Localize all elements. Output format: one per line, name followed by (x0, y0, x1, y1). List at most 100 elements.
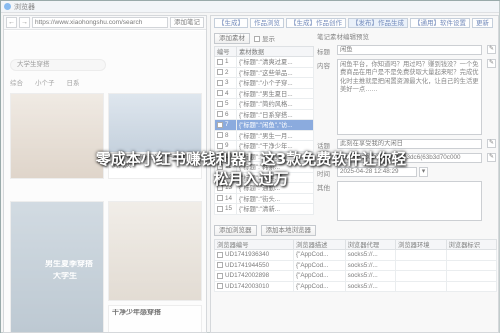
cell-env (395, 259, 447, 271)
filter-tabs: 综合 小个子 日系 (10, 77, 80, 87)
browser-nav-bar: ← → https://www.xiaohongshu.com/search 添… (4, 16, 206, 30)
filter-tab[interactable]: 综合 (10, 77, 23, 87)
cell-tag (445, 270, 498, 282)
table-row[interactable]: 4 {"标题":"男生夏日... (214, 87, 314, 99)
cell-desc: {"AppCod... (292, 270, 346, 282)
table-row[interactable]: UD1742002898 {"AppCod... socks5://... (214, 270, 498, 282)
show-toggle[interactable]: 显示 (254, 33, 275, 43)
title-label: 标题 (317, 49, 330, 56)
row-id-cell: 7 (214, 119, 237, 131)
title-field[interactable]: 闲鱼 (337, 45, 482, 55)
show-checkbox[interactable] (254, 36, 260, 43)
row-checkbox[interactable] (217, 205, 223, 212)
row-data: {"标题":"清新... (236, 203, 314, 215)
row-checkbox[interactable] (217, 272, 223, 279)
row-checkbox[interactable] (217, 262, 223, 269)
cell-desc: {"AppCod... (292, 259, 346, 271)
edit-icon[interactable]: ✎ (487, 139, 496, 148)
filter-tab[interactable]: 日系 (67, 77, 80, 87)
row-checkbox[interactable] (217, 100, 223, 107)
row-id: 3 (225, 79, 229, 87)
row-checkbox[interactable] (217, 195, 223, 202)
row-data: {"标题":"这些单品... (236, 66, 314, 78)
tab-settings[interactable]: 【通用】软件设置 (410, 18, 470, 28)
cell-tag (445, 249, 498, 261)
row-checkbox[interactable] (217, 79, 223, 86)
row-checkbox[interactable] (217, 69, 223, 76)
row-checkbox[interactable] (217, 58, 223, 65)
table-row[interactable]: UD1742003010 {"AppCod... socks5://... (214, 280, 498, 292)
table-row[interactable]: 6 {"标题":"日系穿搭... (214, 108, 314, 120)
row-id-cell: 6 (214, 108, 237, 120)
content-field[interactable]: 闲鱼平台，你知道吗？用过吗？赚到钱没？一个免费商品在用户是不是免费获取大量起来呢… (337, 59, 482, 135)
row-id-cell: 1 (214, 56, 237, 68)
add-note-button[interactable]: 添加笔记 (170, 17, 204, 28)
column-header[interactable]: 浏览器描述 (292, 239, 346, 250)
table-row[interactable]: 15 {"标题":"清新... (214, 203, 314, 215)
row-data: {"标题":"街头... (236, 192, 314, 204)
column-header[interactable]: 编号 (214, 46, 237, 57)
add-material-button[interactable]: 添加素材 (214, 32, 250, 44)
tab-create[interactable]: 【生成】作品创作 (286, 18, 346, 28)
row-data: {"标题":"男生一月... (236, 129, 314, 141)
table-row[interactable]: 14 {"标题":"街头... (214, 192, 314, 204)
row-checkbox[interactable] (217, 111, 223, 118)
row-checkbox[interactable] (217, 251, 223, 258)
note-overlay-text: 男生夏季穿搭 (45, 260, 93, 268)
add-browser-button[interactable]: 添加浏览器 (214, 224, 257, 236)
tab-works[interactable]: 作品浏览 (250, 18, 284, 28)
row-checkbox[interactable] (217, 121, 223, 128)
cell-tag (445, 280, 498, 292)
cell-env (395, 280, 447, 292)
note-card[interactable] (108, 201, 202, 301)
table-row[interactable]: 5 {"标题":"简约风格... (214, 98, 314, 110)
browser-id: UD1742002898 (225, 272, 270, 280)
note-card[interactable]: 男生夏季穿搭 大学生 (10, 201, 104, 332)
filter-tab[interactable]: 小个子 (35, 77, 55, 87)
row-checkbox[interactable] (217, 142, 223, 149)
column-header[interactable]: 浏览器代理 (344, 239, 397, 250)
main-tabs: 【生成】 作品浏览 【生成】作品创作 【发布】作品生成 【通用】软件设置 更新 (211, 16, 498, 30)
row-id: 14 (225, 194, 233, 202)
edit-icon[interactable]: ✎ (487, 45, 496, 54)
tab-publish[interactable]: 【发布】作品生成 (348, 18, 408, 28)
forward-button[interactable]: → (19, 17, 30, 28)
row-id: 15 (225, 205, 233, 213)
row-id: 2 (225, 68, 229, 76)
add-local-browser-button[interactable]: 添加本地浏览器 (260, 224, 316, 236)
column-header[interactable]: 浏览器标识 (445, 239, 498, 250)
table-row[interactable]: 2 {"标题":"这些单品... (214, 66, 314, 78)
row-checkbox[interactable] (217, 283, 223, 290)
tab-browse[interactable]: 【生成】 (214, 18, 248, 28)
row-checkbox[interactable] (217, 132, 223, 139)
table-row[interactable]: UD1741936340 {"AppCod... socks5://... (214, 249, 498, 261)
column-header[interactable]: 浏览器环境 (395, 239, 447, 250)
column-header[interactable]: 素材数据 (236, 46, 314, 57)
row-id: 7 (225, 121, 229, 129)
search-input[interactable]: 大学生穿搭 (10, 59, 106, 71)
cell-proxy: socks5://... (344, 259, 397, 271)
editor-group-title: 笔记素材编辑预览 (317, 34, 369, 41)
edit-icon[interactable]: ✎ (487, 59, 496, 68)
table-row[interactable]: 7 {"标题":"闲鱼","访... (214, 119, 314, 131)
column-header[interactable]: 浏览器编号 (214, 239, 294, 250)
tab-update[interactable]: 更新 (472, 18, 493, 28)
cell-desc: {"AppCod... (292, 280, 346, 292)
table-row[interactable]: 8 {"标题":"男生一月... (214, 129, 314, 141)
table-row[interactable]: UD1741944550 {"AppCod... socks5://... (214, 259, 498, 271)
note-card[interactable]: 干净少年感穿搭 (108, 305, 202, 332)
row-id-cell: 5 (214, 98, 237, 110)
row-checkbox[interactable] (217, 90, 223, 97)
table-row[interactable]: 1 {"标题":"清爽过夏... (214, 56, 314, 68)
note-title: 干净少年感穿搭 (112, 309, 161, 316)
topic-field[interactable]: 此刻在享受我的大闲日 (337, 139, 482, 149)
row-data: {"标题":"男生夏日... (236, 87, 314, 99)
table-row[interactable]: 3 {"标题":"小个子穿... (214, 77, 314, 89)
cell-env (395, 249, 447, 261)
accounts-panel: 添加浏览器 添加本地浏览器 浏览器编号 浏览器描述 浏览器代理 浏览器环境 浏览… (214, 224, 498, 319)
materials-table: 编号 素材数据 1 {"标题":"清爽过夏... 2 {"标题":"这些单品... 3 {"… (214, 46, 314, 215)
url-input[interactable]: https://www.xiaohongshu.com/search (32, 17, 168, 28)
back-button[interactable]: ← (6, 17, 17, 28)
row-id-cell: 4 (214, 87, 237, 99)
cell-id: UD1742003010 (214, 280, 294, 292)
